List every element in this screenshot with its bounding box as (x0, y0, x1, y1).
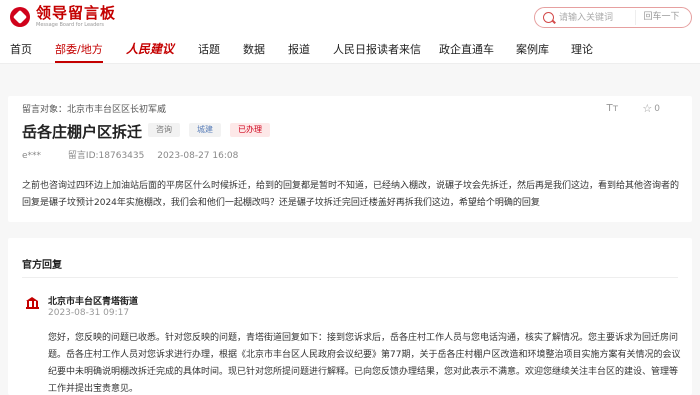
message-tools: Tт ☆ 0 (606, 102, 660, 115)
message-target: 留言对象：北京市丰台区区长初军威 (22, 105, 167, 115)
reply-card: 官方回复 北京市丰台区青塔街道 2023-08-31 09:17 您好，您反映的… (8, 238, 692, 395)
main-nav: 首页 部委/地方 人民建议 话题 数据 报道 人民日报读者来信 政企直通车 案例… (0, 36, 700, 64)
divider (22, 277, 678, 278)
logo-icon (10, 7, 30, 27)
tag-consult[interactable]: 咨询 (148, 123, 180, 137)
search-button[interactable]: 回车一下 (635, 10, 687, 25)
nav-people-suggestions[interactable]: 人民建议 (126, 40, 174, 57)
reply-body: 您好，您反映的问题已收悉。针对您反映的问题，青塔街道回复如下：接到您诉求后，岳各… (48, 333, 681, 394)
nav-case-library[interactable]: 案例库 (516, 41, 549, 57)
message-date: 2023-08-27 16:08 (157, 151, 239, 161)
reply-org[interactable]: 北京市丰台区青塔街道 (48, 294, 138, 307)
nav-theory[interactable]: 理论 (571, 41, 593, 57)
nav-ministries-local[interactable]: 部委/地方 (55, 41, 103, 63)
reply-time: 2023-08-31 09:17 (48, 308, 130, 318)
star-count: 0 (654, 103, 660, 114)
tag-urban-construction[interactable]: 城建 (189, 123, 221, 137)
star-icon[interactable]: ☆ (642, 102, 652, 115)
nav-gov-enterprise[interactable]: 政企直通车 (439, 41, 494, 57)
search-box: 回车一下 (534, 7, 692, 28)
search-input[interactable] (559, 10, 639, 25)
status-badge: 已办理 (230, 123, 270, 137)
nav-data[interactable]: 数据 (243, 41, 265, 57)
message-user: e*** (22, 151, 42, 161)
logo-subtitle: Message Board for Leaders (36, 22, 105, 28)
nav-home[interactable]: 首页 (10, 41, 32, 57)
top-bar: 领导留言板 Message Board for Leaders 回车一下 (0, 0, 700, 36)
message-body: 之前也咨询过四环边上加油站后面的平房区什么时候拆迁，给到的回复都是暂时不知道，已… (22, 181, 680, 208)
nav-reports[interactable]: 报道 (288, 41, 310, 57)
message-title: 岳各庄棚户区拆迁 (22, 123, 143, 141)
message-meta: e*** 留言ID:18763435 2023-08-27 16:08 (22, 148, 248, 161)
reply-heading: 官方回复 (22, 260, 62, 271)
font-size-icon[interactable]: Tт (606, 103, 618, 114)
nav-readers-letters[interactable]: 人民日报读者来信 (333, 41, 421, 57)
search-icon (543, 12, 554, 23)
site-logo[interactable]: 领导留言板 Message Board for Leaders (10, 6, 116, 28)
message-card: 留言对象：北京市丰台区区长初军威 Tт ☆ 0 岳各庄棚户区拆迁 咨询 城建 已… (8, 96, 692, 222)
nav-topics[interactable]: 话题 (198, 41, 220, 57)
logo-title: 领导留言板 (36, 4, 117, 22)
message-id: 留言ID:18763435 (67, 151, 145, 161)
government-building-icon (26, 297, 39, 309)
message-tags: 咨询 城建 已办理 (148, 123, 279, 137)
